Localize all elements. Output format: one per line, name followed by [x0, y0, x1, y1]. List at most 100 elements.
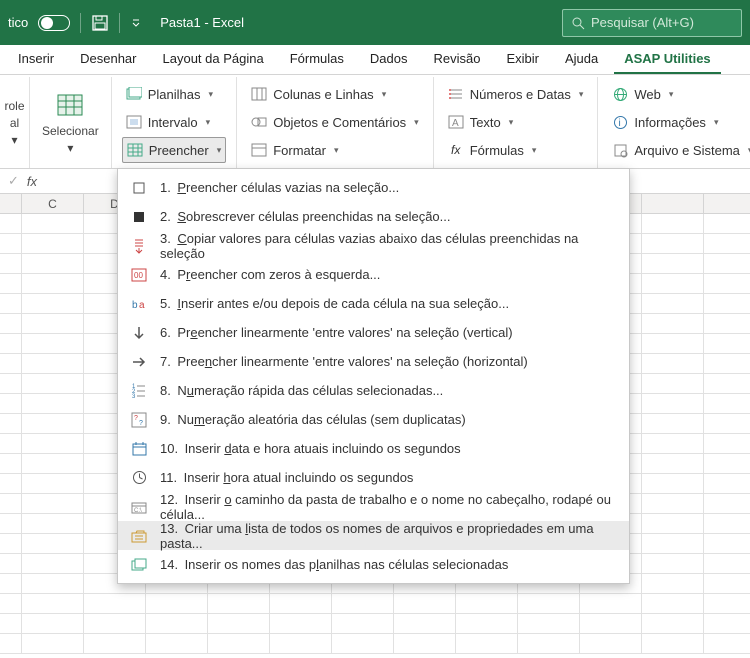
tab-desenhar[interactable]: Desenhar	[70, 45, 146, 74]
menu-item-label: 3. Copiar valores para células vazias ab…	[160, 231, 617, 261]
formatar-label: Formatar	[273, 143, 326, 158]
format-icon	[251, 142, 267, 158]
globe-icon	[612, 86, 628, 102]
svg-text:00: 00	[134, 271, 143, 280]
chevron-down-icon: ▾	[669, 89, 674, 100]
num-list-icon: 123	[130, 382, 148, 400]
menu-item[interactable]: 6. Preencher linearmente 'entre valores'…	[118, 318, 629, 347]
info-icon: i	[612, 114, 628, 130]
tab-exibir[interactable]: Exibir	[496, 45, 549, 74]
planilhas-label: Planilhas	[148, 87, 201, 102]
menu-item[interactable]: 1. Preencher células vazias na seleção..…	[118, 173, 629, 202]
arrow-right-icon	[130, 353, 148, 371]
col-head[interactable]	[0, 194, 22, 213]
search-icon	[571, 16, 585, 30]
tab-asap-utilities[interactable]: ASAP Utilities	[614, 45, 720, 74]
menu-item[interactable]: 2. Sobrescrever células preenchidas na s…	[118, 202, 629, 231]
tab-layout[interactable]: Layout da Página	[153, 45, 274, 74]
planilhas-button[interactable]: Planilhas ▾	[122, 81, 227, 107]
menu-item[interactable]: ?? 9. Numeração aleatória das células (se…	[118, 405, 629, 434]
text-icon: A	[448, 114, 464, 130]
formatar-button[interactable]: Formatar ▾	[247, 137, 422, 163]
ribbon: role al ▾ Selecionar ▾ Planilhas ▾ Interv…	[0, 75, 750, 169]
menu-item[interactable]: ba5. Inserir antes e/ou depois de cada c…	[118, 289, 629, 318]
zeros-icon: 00	[130, 266, 148, 284]
chevron-down-icon: ▾	[334, 145, 339, 156]
insert-ba-icon: ba	[130, 295, 148, 313]
tab-inserir[interactable]: Inserir	[8, 45, 64, 74]
tab-ajuda[interactable]: Ajuda	[555, 45, 608, 74]
menu-item[interactable]: C:\12. Inserir o caminho da pasta de tra…	[118, 492, 629, 521]
separator	[119, 13, 120, 33]
arquivo-label: Arquivo e Sistema	[634, 143, 740, 158]
menu-item-label: 9. Numeração aleatória das células (sem …	[160, 412, 466, 427]
tab-formulas[interactable]: Fórmulas	[280, 45, 354, 74]
objetos-comentarios-button[interactable]: Objetos e Comentários▾	[247, 109, 422, 135]
svg-text:3: 3	[132, 394, 136, 399]
rand-list-icon: ??	[130, 411, 148, 429]
menu-item[interactable]: 3. Copiar valores para células vazias ab…	[118, 231, 629, 260]
folder-list-icon	[130, 527, 148, 545]
col-head-c[interactable]: C	[22, 194, 84, 213]
chevron-down-icon: ▾	[714, 117, 719, 128]
menu-item[interactable]: 11. Inserir hora atual incluindo os segu…	[118, 463, 629, 492]
square-outline-icon	[130, 179, 148, 197]
tab-dados[interactable]: Dados	[360, 45, 418, 74]
partial-big-button[interactable]: role al ▾	[3, 95, 27, 151]
colunas-linhas-button[interactable]: Colunas e Linhas▾	[247, 81, 422, 107]
web-button[interactable]: Web ▾	[608, 81, 750, 107]
menu-item-label: 1. Preencher células vazias na seleção..…	[160, 180, 399, 195]
menu-item-label: 14. Inserir os nomes das planilhas nas c…	[160, 557, 508, 572]
arquivo-sistema-button[interactable]: Arquivo e Sistema▾	[608, 137, 750, 163]
button-line2: al	[10, 116, 19, 130]
svg-text:?: ?	[134, 415, 138, 422]
svg-text:?: ?	[139, 420, 143, 427]
chevron-down-icon: ▾	[67, 141, 73, 155]
selecionar-label: Selecionar	[42, 124, 99, 138]
intervalo-label: Intervalo	[148, 115, 198, 130]
document-title: Pasta1 - Excel	[160, 15, 244, 30]
save-icon[interactable]	[91, 14, 109, 32]
formulas-button[interactable]: fx Fórmulas▾	[444, 137, 588, 163]
numeros-datas-button[interactable]: Números e Datas▾	[444, 81, 588, 107]
intervalo-button[interactable]: Intervalo▾	[122, 109, 227, 135]
chevron-down-icon: ▾	[11, 133, 17, 147]
menu-item[interactable]: 10. Inserir data e hora atuais incluindo…	[118, 434, 629, 463]
search-placeholder: Pesquisar (Alt+G)	[591, 15, 694, 30]
svg-text:i: i	[618, 118, 620, 129]
texto-label: Texto	[470, 115, 501, 130]
objects-icon	[251, 114, 267, 130]
preencher-button[interactable]: Preencher▾	[122, 137, 227, 163]
autosave-toggle[interactable]	[38, 15, 70, 31]
range-icon	[126, 114, 142, 130]
preencher-label: Preencher	[149, 143, 209, 158]
menu-item[interactable]: 7. Preencher linearmente 'entre valores'…	[118, 347, 629, 376]
ribbon-group-partial-a: role al ▾	[0, 77, 30, 168]
formulas-label: Fórmulas	[470, 143, 524, 158]
menu-item-label: 12. Inserir o caminho da pasta de trabal…	[160, 492, 617, 522]
button-line1: role	[5, 99, 25, 113]
menu-item-label: 6. Preencher linearmente 'entre valores'…	[160, 325, 513, 340]
search-box[interactable]: Pesquisar (Alt+G)	[562, 9, 742, 37]
ribbon-group-f: Web▾ i Informações▾ Arquivo e Sistema▾	[598, 77, 750, 168]
selecionar-button[interactable]: Selecionar ▾	[40, 87, 101, 159]
texto-button[interactable]: A Texto▾	[444, 109, 588, 135]
sheets-icon	[130, 556, 148, 574]
fx-check-icon[interactable]: ✓	[8, 173, 19, 189]
ribbon-group-e: Números e Datas▾ A Texto▾ fx Fórmulas▾	[434, 77, 599, 168]
svg-text:A: A	[452, 118, 459, 129]
file-system-icon	[612, 142, 628, 158]
menu-item[interactable]: 004. Preencher com zeros à esquerda...	[118, 260, 629, 289]
menu-item[interactable]: 14. Inserir os nomes das planilhas nas c…	[118, 550, 629, 579]
informacoes-button[interactable]: i Informações▾	[608, 109, 750, 135]
menu-item[interactable]: 1238. Numeração rápida das células selec…	[118, 376, 629, 405]
ribbon-group-d: Colunas e Linhas▾ Objetos e Comentários▾…	[237, 77, 433, 168]
columns-rows-icon	[251, 86, 267, 102]
menu-item-label: 7. Preencher linearmente 'entre valores'…	[160, 354, 528, 369]
web-label: Web	[634, 87, 661, 102]
col-head[interactable]	[642, 194, 704, 213]
tab-revisao[interactable]: Revisão	[423, 45, 490, 74]
quickaccess-dropdown-icon[interactable]	[130, 14, 142, 32]
menu-item[interactable]: 13. Criar uma lista de todos os nomes de…	[118, 521, 629, 550]
chevron-down-icon: ▾	[208, 89, 213, 100]
